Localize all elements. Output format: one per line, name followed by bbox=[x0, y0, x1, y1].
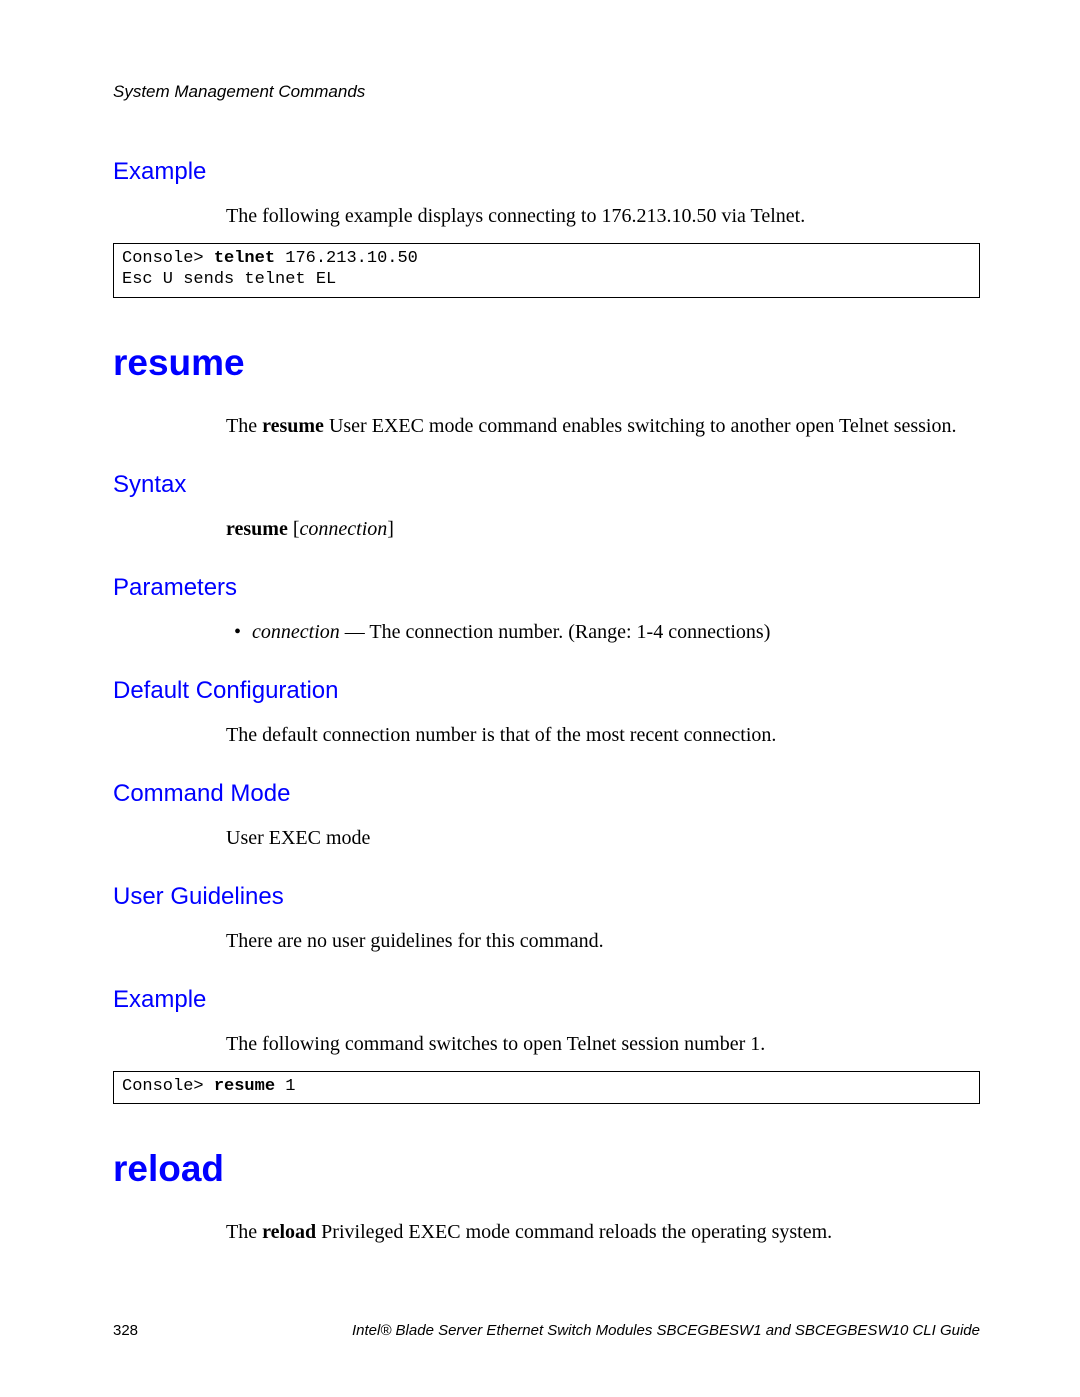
page-footer: 328 Intel® Blade Server Ethernet Switch … bbox=[113, 1322, 980, 1339]
resume-description-text: The resume User EXEC mode command enable… bbox=[226, 414, 980, 439]
syntax-cmd: resume bbox=[226, 518, 288, 540]
parameter-item: connection — The connection number. (Ran… bbox=[226, 620, 980, 645]
code-resume-args: 1 bbox=[275, 1077, 295, 1096]
command-mode-text: User EXEC mode bbox=[226, 826, 980, 851]
section-heading-example-telnet: Example bbox=[113, 158, 980, 186]
reload-description-text: The reload Privileged EXEC mode command … bbox=[226, 1220, 980, 1245]
code-resume-prompt: Console> bbox=[122, 1077, 214, 1096]
syntax-body: resume [connection] bbox=[226, 517, 980, 542]
code-resume-cmd: resume bbox=[214, 1077, 275, 1096]
section-heading-default-config: Default Configuration bbox=[113, 677, 980, 705]
user-guidelines-text: There are no user guidelines for this co… bbox=[226, 929, 980, 954]
section-heading-parameters: Parameters bbox=[113, 574, 980, 602]
code-telnet-args: 176.213.10.50 bbox=[275, 249, 418, 268]
example-resume-body: The following command switches to open T… bbox=[226, 1032, 980, 1057]
running-header: System Management Commands bbox=[113, 82, 980, 102]
resume-description: The resume User EXEC mode command enable… bbox=[226, 414, 980, 439]
code-box-resume: Console> resume 1 bbox=[113, 1071, 980, 1104]
example-resume-text: The following command switches to open T… bbox=[226, 1032, 980, 1057]
user-guidelines-body: There are no user guidelines for this co… bbox=[226, 929, 980, 954]
section-heading-example-resume: Example bbox=[113, 986, 980, 1014]
code-box-telnet: Console> telnet 176.213.10.50 Esc U send… bbox=[113, 243, 980, 298]
footer-title: Intel® Blade Server Ethernet Switch Modu… bbox=[352, 1322, 980, 1339]
code-telnet-cmd: telnet bbox=[214, 249, 275, 268]
resume-desc-bold: resume bbox=[262, 415, 324, 437]
syntax-arg: connection bbox=[300, 518, 388, 540]
section-heading-user-guidelines: User Guidelines bbox=[113, 883, 980, 911]
command-mode-body: User EXEC mode bbox=[226, 826, 980, 851]
parameter-desc: — The connection number. (Range: 1-4 con… bbox=[340, 621, 771, 643]
syntax-open-bracket: [ bbox=[288, 518, 300, 540]
parameters-list: connection — The connection number. (Ran… bbox=[226, 620, 980, 645]
code-telnet-line2: Esc U sends telnet EL bbox=[122, 270, 336, 289]
command-heading-resume: resume bbox=[113, 342, 980, 384]
syntax-close-bracket: ] bbox=[387, 518, 394, 540]
syntax-line: resume [connection] bbox=[226, 517, 980, 542]
resume-desc-post: User EXEC mode command enables switching… bbox=[324, 415, 957, 437]
default-config-body: The default connection number is that of… bbox=[226, 723, 980, 748]
example-telnet-intro: The following example displays connectin… bbox=[226, 204, 980, 229]
code-telnet-prompt: Console> bbox=[122, 249, 214, 268]
page-number: 328 bbox=[113, 1322, 138, 1339]
parameter-name: connection bbox=[252, 621, 340, 643]
command-heading-reload: reload bbox=[113, 1148, 980, 1190]
resume-desc-pre: The bbox=[226, 415, 262, 437]
section-heading-syntax: Syntax bbox=[113, 471, 980, 499]
example-telnet-body: The following example displays connectin… bbox=[226, 204, 980, 229]
reload-description: The reload Privileged EXEC mode command … bbox=[226, 1220, 980, 1245]
parameters-body: connection — The connection number. (Ran… bbox=[226, 620, 980, 645]
reload-desc-post: Privileged EXEC mode command reloads the… bbox=[316, 1221, 832, 1243]
page: System Management Commands Example The f… bbox=[0, 0, 1080, 1397]
section-heading-command-mode: Command Mode bbox=[113, 780, 980, 808]
reload-desc-bold: reload bbox=[262, 1221, 316, 1243]
default-config-text: The default connection number is that of… bbox=[226, 723, 980, 748]
reload-desc-pre: The bbox=[226, 1221, 262, 1243]
